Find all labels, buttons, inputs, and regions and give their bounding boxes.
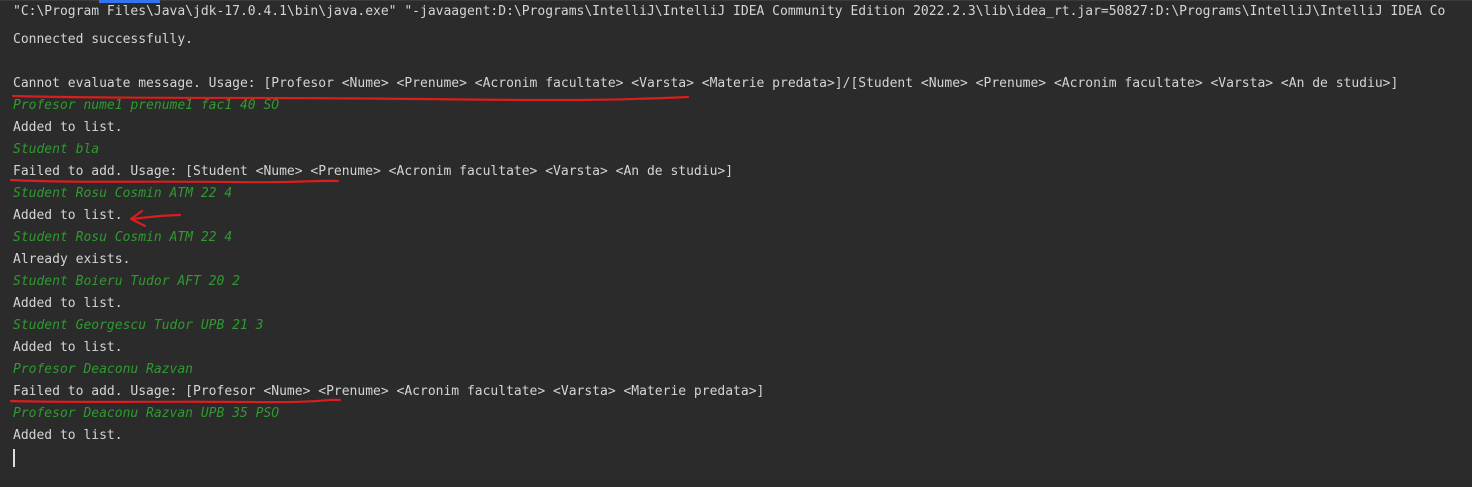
console-line-output: Already exists. bbox=[13, 252, 131, 267]
console-line-user-input: Profesor Deaconu Razvan bbox=[13, 362, 194, 377]
console-line-user-input: Profesor nume1 prenume1 fac1 40 SO bbox=[13, 98, 280, 113]
console-line-output: Added to list. bbox=[13, 120, 123, 135]
console-line-output: Added to list. bbox=[13, 428, 123, 443]
arrow-pointing-left-icon bbox=[129, 209, 182, 228]
console-line-command: "C:\Program Files\Java\jdk-17.0.4.1\bin\… bbox=[13, 4, 1446, 19]
console-line-user-input: Student Rosu Cosmin ATM 22 4 bbox=[13, 230, 233, 245]
console-line-output: Failed to add. Usage: [Profesor <Nume> <… bbox=[13, 384, 765, 399]
run-console[interactable]: "C:\Program Files\Java\jdk-17.0.4.1\bin\… bbox=[0, 0, 1472, 487]
console-line-output: Added to list. bbox=[13, 340, 123, 355]
console-line-output: Failed to add. Usage: [Student <Nume> <P… bbox=[13, 164, 734, 179]
console-line-user-input: Student Boieru Tudor AFT 20 2 bbox=[13, 274, 240, 289]
text-cursor[interactable] bbox=[13, 449, 15, 467]
console-line-output: Added to list. bbox=[13, 296, 123, 311]
console-line-user-input: Student Georgescu Tudor UPB 21 3 bbox=[13, 318, 264, 333]
console-line-output: Connected successfully. bbox=[13, 32, 194, 47]
console-line-user-input: Profesor Deaconu Razvan UPB 35 PSO bbox=[13, 406, 280, 421]
console-line-user-input: Student Rosu Cosmin ATM 22 4 bbox=[13, 186, 233, 201]
console-line-output: Cannot evaluate message. Usage: [Profeso… bbox=[13, 76, 1399, 91]
console-line-output: Added to list. bbox=[13, 208, 123, 223]
console-line-user-input: Student bla bbox=[13, 142, 100, 157]
